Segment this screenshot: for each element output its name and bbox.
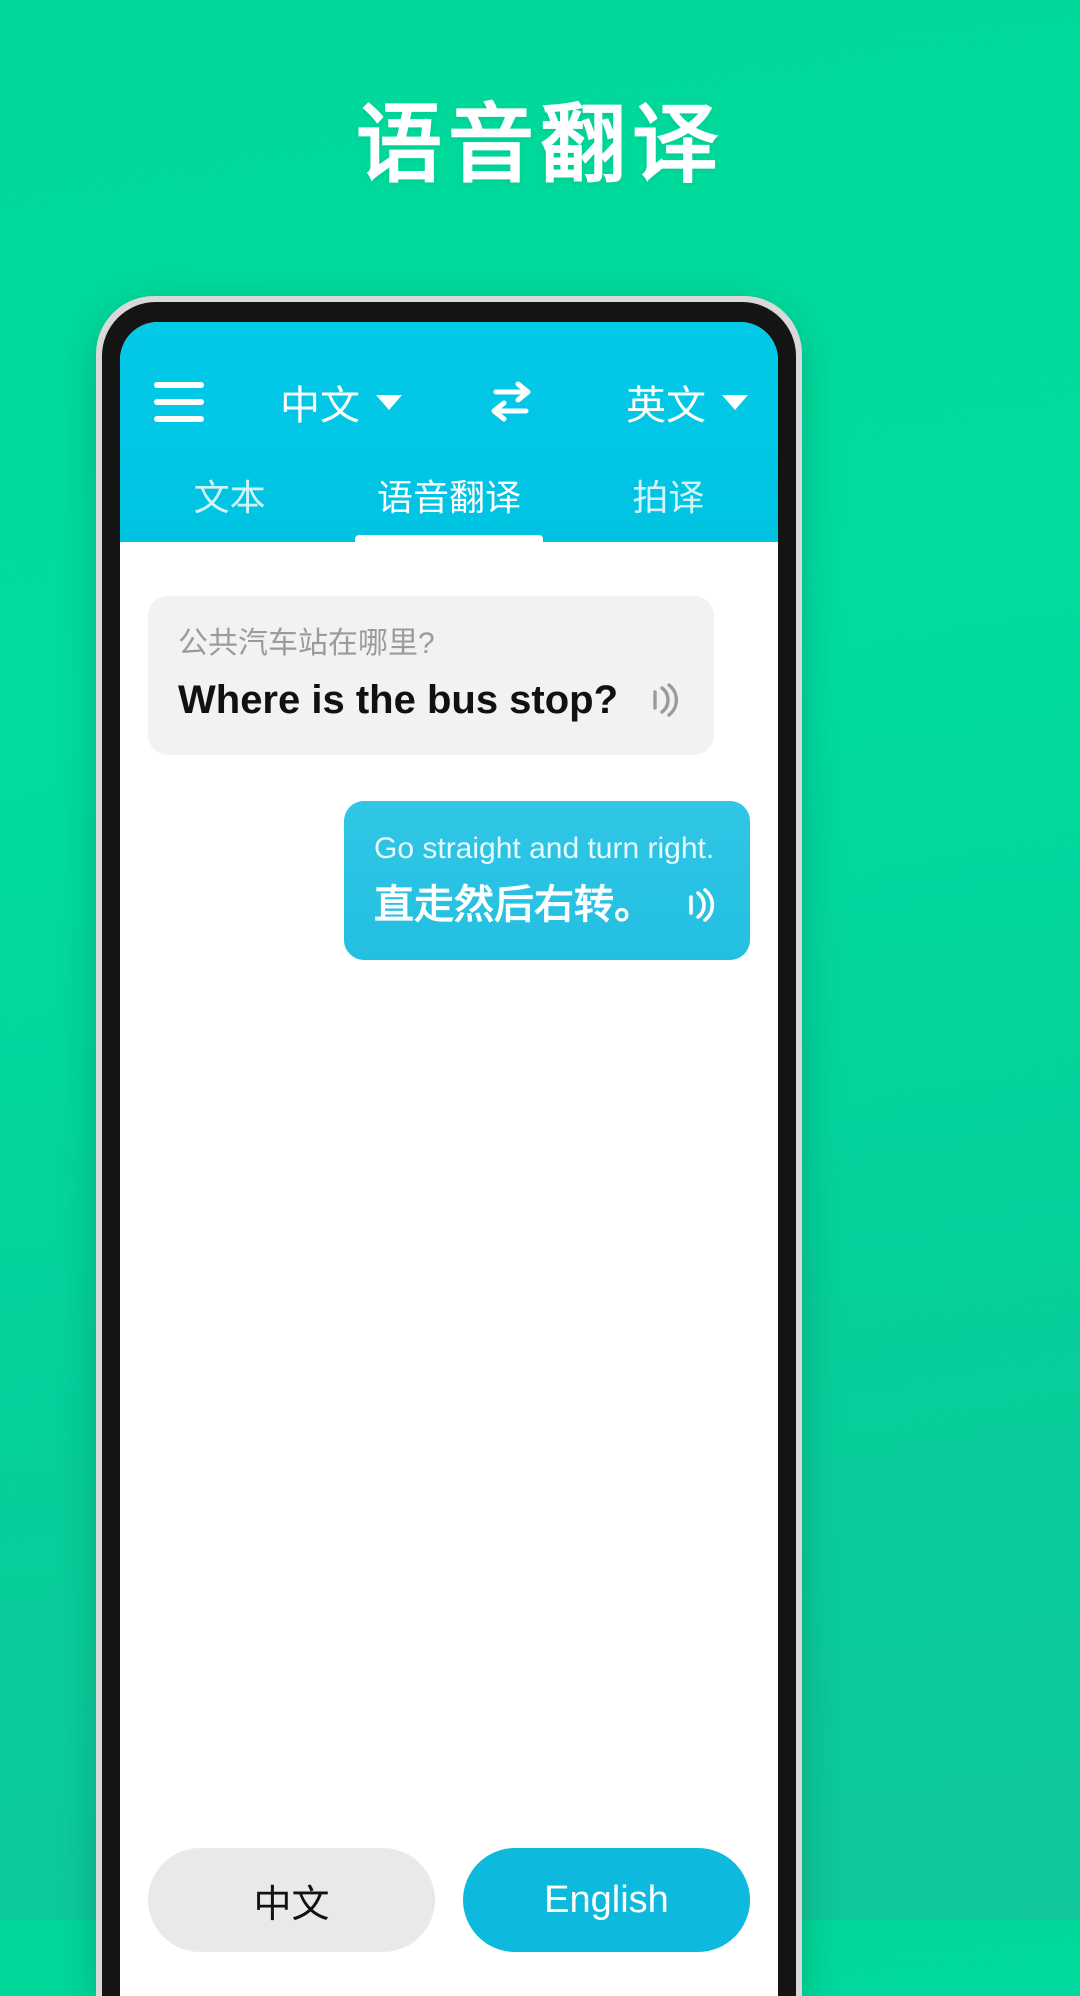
tab-bar: 文本 语音翻译 拍译: [120, 448, 778, 542]
phone-mockup: 中文 英文 文本 语音翻译 拍译 公共汽车站在哪里? Where is the …: [96, 296, 802, 1996]
message-row-outgoing: Go straight and turn right. 直走然后右转。: [148, 801, 750, 960]
message-primary-row: 直走然后右转。: [374, 880, 720, 930]
hamburger-line: [154, 416, 204, 422]
app-bar-top-row: 中文 英文: [120, 356, 778, 448]
message-bubble-outgoing[interactable]: Go straight and turn right. 直走然后右转。: [344, 801, 750, 960]
source-language-label: 中文: [280, 384, 360, 428]
message-source-text: 公共汽车站在哪里?: [178, 627, 435, 660]
message-bubble-incoming[interactable]: 公共汽车站在哪里? Where is the bus stop?: [148, 596, 715, 755]
record-target-language-button[interactable]: English: [463, 1848, 750, 1952]
page-title: 语音翻译: [356, 97, 724, 193]
message-translated-text: Where is the bus stop?: [178, 678, 619, 722]
speaker-sound-icon[interactable]: [676, 883, 720, 927]
message-translated-text: 直走然后右转。: [374, 883, 654, 927]
message-row-incoming: 公共汽车站在哪里? Where is the bus stop?: [148, 596, 750, 755]
target-language-selector[interactable]: 英文: [626, 373, 748, 431]
hamburger-line: [154, 382, 204, 388]
message-source-text: Go straight and turn right.: [374, 832, 715, 865]
swap-languages-icon[interactable]: [482, 379, 540, 425]
chevron-down-icon: [376, 394, 402, 410]
tab-voice-translate[interactable]: 语音翻译: [339, 448, 558, 542]
target-language-label: 英文: [626, 384, 706, 428]
message-primary-row: Where is the bus stop?: [178, 675, 684, 725]
hamburger-menu-icon[interactable]: [154, 382, 204, 422]
conversation-list: 公共汽车站在哪里? Where is the bus stop? Go stra…: [120, 542, 778, 1848]
record-source-language-button[interactable]: 中文: [148, 1848, 435, 1952]
phone-screen: 中文 英文 文本 语音翻译 拍译 公共汽车站在哪里? Where is the …: [120, 322, 778, 1996]
phone-bezel: 中文 英文 文本 语音翻译 拍译 公共汽车站在哪里? Where is the …: [102, 302, 796, 1996]
tab-label: 文本: [193, 477, 266, 518]
source-language-selector[interactable]: 中文: [280, 373, 402, 431]
hamburger-line: [154, 399, 204, 405]
speaker-sound-icon[interactable]: [640, 678, 684, 722]
chevron-down-icon: [722, 394, 748, 410]
bottom-action-bar: 中文 English: [120, 1848, 778, 1996]
tab-label: 拍译: [632, 477, 705, 518]
app-bar: 中文 英文 文本 语音翻译 拍译: [120, 322, 778, 542]
tab-label: 语音翻译: [376, 477, 521, 518]
tab-text[interactable]: 文本: [120, 448, 339, 542]
tab-photo-translate[interactable]: 拍译: [559, 448, 778, 542]
